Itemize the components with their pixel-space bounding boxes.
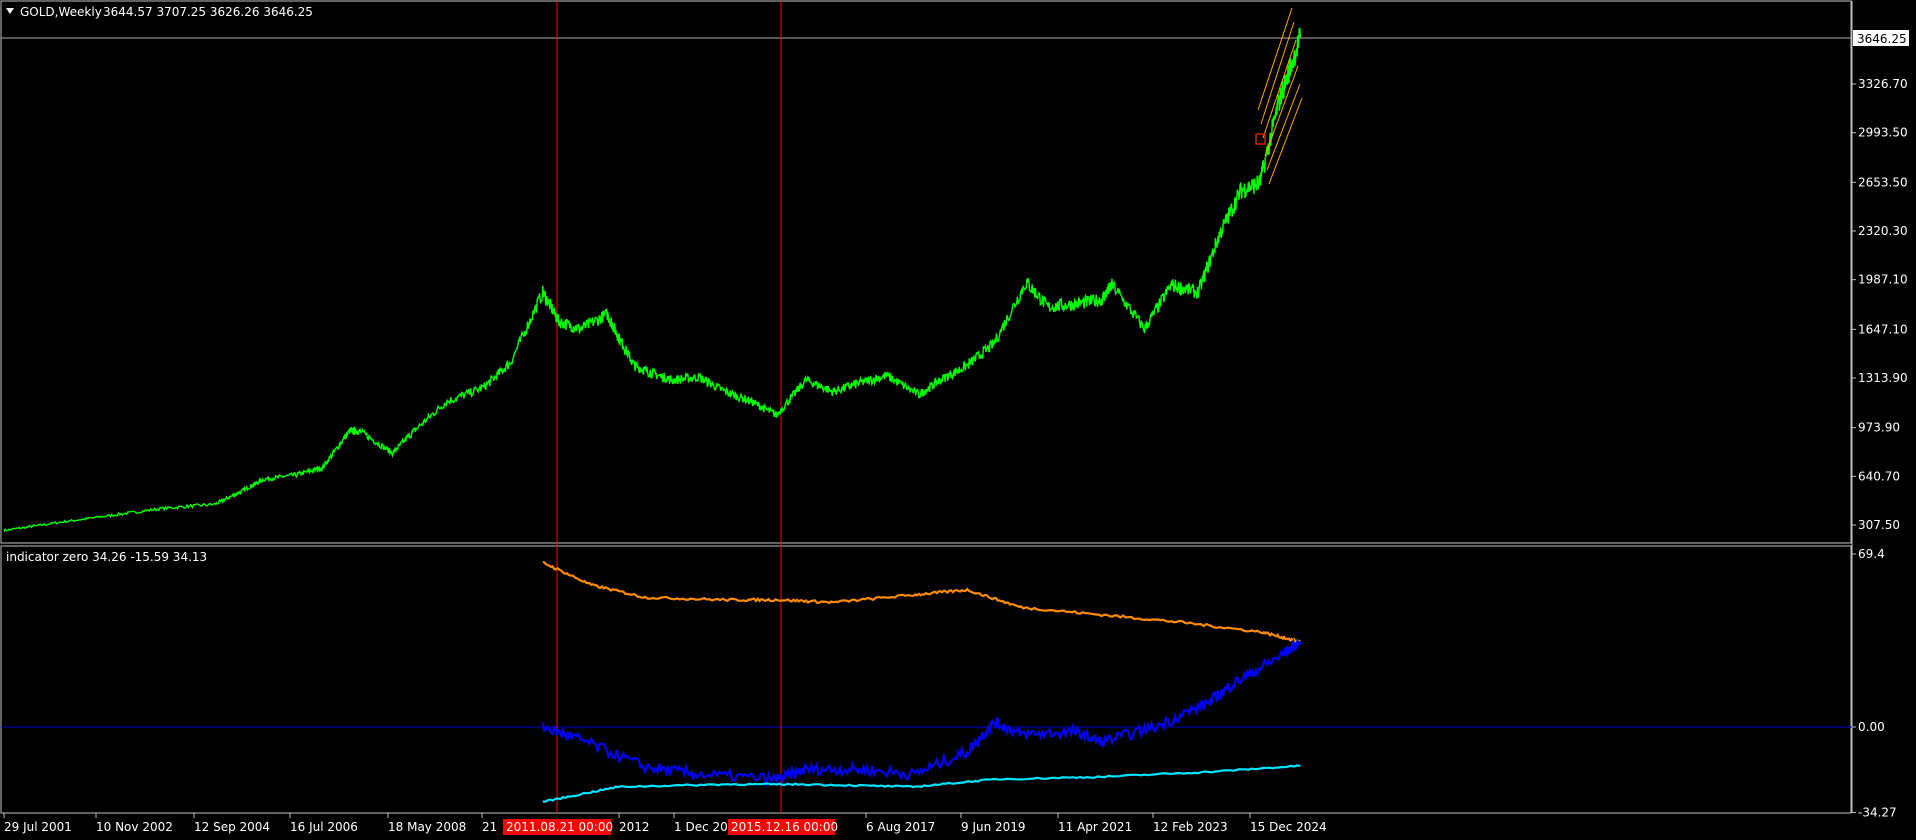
channel-line-1 [1257, 7, 1293, 111]
indicator-tick-label: 69.4 [1858, 547, 1885, 561]
ohlc-label: 3644.57 3707.25 3626.26 3646.25 [103, 5, 313, 19]
time-tick-label: 10 Nov 2002 [96, 820, 173, 834]
price-tick-label: 640.70 [1858, 469, 1900, 483]
indicator-orange-line [542, 560, 1301, 643]
chart-canvas[interactable]: GOLD,Weekly 3644.57 3707.25 3626.26 3646… [0, 0, 1916, 840]
time-tick-label: 16 Jul 2006 [290, 820, 358, 834]
time-tick-label: 15 Dec 2024 [1250, 820, 1327, 834]
time-tick-label: 11 Apr 2021 [1058, 820, 1132, 834]
chart-window[interactable]: GOLD,Weekly 3644.57 3707.25 3626.26 3646… [0, 0, 1916, 840]
highlight-time-label: 2011.08.21 00:00 [506, 820, 613, 834]
indicator-tick-label: 0.00 [1858, 720, 1885, 734]
price-tick-label: 1987.10 [1858, 273, 1908, 287]
time-tick-label: 6 Aug 2017 [866, 820, 935, 834]
collapse-triangle-icon[interactable] [6, 8, 14, 14]
indicator-tick-label: -34.27 [1858, 805, 1897, 819]
price-tick-label: 1647.10 [1858, 322, 1908, 336]
time-tick-label: 12 Feb 2023 [1153, 820, 1228, 834]
time-tick-label: 12 Sep 2004 [194, 820, 270, 834]
time-tick-label: 29 Jul 2001 [4, 820, 72, 834]
price-axis[interactable]: 3326.70 2993.50 2653.50 2320.30 1987.10 1647.… [1852, 77, 1908, 532]
highlight-time-label: 2015.12.16 00:00 [731, 820, 838, 834]
channel-line-4 [1264, 65, 1299, 157]
price-line [3, 27, 1301, 532]
price-tick-label: 307.50 [1858, 518, 1900, 532]
price-tick-label: 2320.30 [1858, 224, 1908, 238]
price-series [3, 27, 1301, 532]
indicator-axis[interactable]: 69.4 0.00 -34.27 [1852, 547, 1897, 819]
time-tick-label: 2012 [619, 820, 650, 834]
channel-line-6 [1268, 97, 1303, 185]
price-tick-label: 1313.90 [1858, 371, 1908, 385]
time-tick-label: 1 Dec 20 [674, 820, 728, 834]
price-tick-label: 3326.70 [1858, 77, 1908, 91]
price-tick-label: 973.90 [1858, 421, 1900, 435]
main-panel-frame [0, 0, 1852, 544]
symbol-label: GOLD,Weekly [20, 5, 102, 19]
channel-line-3 [1262, 39, 1297, 139]
time-axis[interactable]: 29 Jul 2001 10 Nov 2002 12 Sep 2004 16 Jul … [3, 813, 1327, 835]
indicator-blue-line [541, 637, 1302, 789]
current-price-label: 3646.25 [1857, 32, 1907, 46]
time-tick-label: 21 [482, 820, 497, 834]
price-tick-label: 2653.50 [1858, 175, 1908, 189]
indicator-series [541, 560, 1302, 803]
time-tick-label: 9 Jun 2019 [961, 820, 1026, 834]
time-tick-label: 18 May 2008 [388, 820, 466, 834]
price-tick-label: 2993.50 [1858, 126, 1908, 140]
indicator-panel-frame [0, 545, 1852, 814]
indicator-label: indicator zero 34.26 -15.59 34.13 [6, 550, 207, 564]
